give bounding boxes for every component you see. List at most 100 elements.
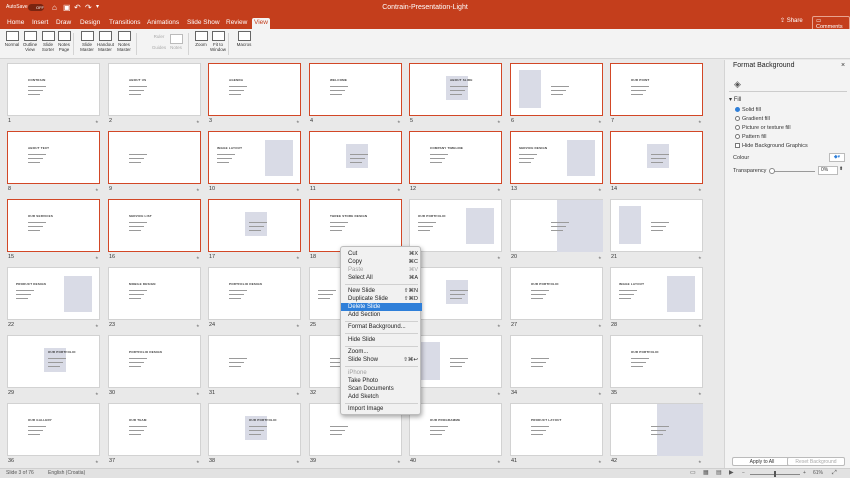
slide-thumbnail[interactable]: SERVICE LIST	[108, 199, 201, 252]
colour-picker[interactable]: ◆▾	[829, 153, 845, 162]
menu-item-new-slide[interactable]: New Slide ⇧⌘N	[341, 287, 422, 295]
fill-section-header[interactable]: ▾ Fill	[729, 96, 741, 103]
slide-thumbnail[interactable]	[610, 131, 703, 184]
transparency-input[interactable]: 0%	[818, 166, 838, 175]
reading-view-icon[interactable]: ▤	[716, 469, 722, 478]
zoom-in-icon[interactable]: +	[803, 469, 806, 478]
tab-view[interactable]: View	[252, 18, 270, 29]
zoom-slider-handle[interactable]	[774, 471, 776, 477]
normal-view-icon[interactable]: ▭	[690, 469, 696, 478]
slide-thumbnail[interactable]	[510, 199, 603, 252]
tab-review[interactable]: Review	[224, 18, 249, 29]
slide-thumbnail[interactable]: SERVICE DESIGN	[510, 131, 603, 184]
slide-thumbnail[interactable]: ABOUT TEXT	[7, 131, 100, 184]
slide-thumbnail[interactable]	[409, 267, 502, 320]
language-indicator[interactable]: English (Croatia)	[48, 469, 85, 478]
slide-thumbnail[interactable]: OUR PROGRAMME	[409, 403, 502, 456]
slide-thumbnail[interactable]: OUR PORTFOLIO	[409, 199, 502, 252]
slide-sorter-icon[interactable]: ▦	[703, 469, 709, 478]
hide-background-graphics-checkbox[interactable]: Hide Background Graphics	[735, 143, 808, 149]
menu-item-take-photo[interactable]: Take Photo	[341, 377, 422, 385]
slide-master-button[interactable]: Slide Master	[79, 31, 95, 52]
tab-draw[interactable]: Draw	[54, 18, 73, 29]
menu-item-hide-slide[interactable]: Hide Slide	[341, 336, 422, 344]
zoom-out-icon[interactable]: −	[742, 469, 745, 478]
slide-thumbnail[interactable]	[610, 403, 703, 456]
slide-thumbnail[interactable]: OUR SERVICES	[7, 199, 100, 252]
notes-master-button[interactable]: Notes Master	[116, 31, 132, 52]
menu-item-format-background[interactable]: Format Background...	[341, 323, 422, 331]
solid-fill-radio[interactable]: Solid fill	[735, 107, 761, 113]
slide-thumbnail[interactable]: THREE STORE DESIGN	[309, 199, 402, 252]
macros-button[interactable]: Macros	[236, 31, 252, 47]
handout-master-button[interactable]: Handout Master	[97, 31, 114, 52]
fit-to-window-button[interactable]: Fit to Window	[210, 31, 226, 52]
slideshow-icon[interactable]: ▶	[729, 469, 734, 478]
reset-background-button[interactable]: Reset Background	[787, 457, 845, 466]
slide-thumbnail[interactable]: COMPANY TIMELINE	[409, 131, 502, 184]
menu-item-cut[interactable]: Cut ⌘X	[341, 250, 422, 258]
slide-thumbnail[interactable]	[510, 335, 603, 388]
menu-item-paste[interactable]: Paste ⌘V	[341, 266, 422, 274]
tab-design[interactable]: Design	[78, 18, 102, 29]
slide-thumbnail[interactable]: OUR PORTFOLIO	[208, 403, 301, 456]
menu-item-delete-slide[interactable]: Delete Slide	[341, 302, 422, 311]
slide-thumbnail[interactable]: ABOUT US	[108, 63, 201, 116]
tab-transitions[interactable]: Transitions	[107, 18, 143, 29]
slide-thumbnail[interactable]: OUR POINT	[610, 63, 703, 116]
slide-thumbnail[interactable]	[208, 199, 301, 252]
slide-thumbnail[interactable]: OUR GALLERY	[7, 403, 100, 456]
slide-thumbnail[interactable]: MOBILE DESIGN	[108, 267, 201, 320]
tab-slide-show[interactable]: Slide Show	[185, 18, 222, 29]
menu-item-add-section[interactable]: Add Section	[341, 311, 422, 319]
zoom-level[interactable]: 61%	[813, 469, 823, 478]
slide-thumbnail[interactable]	[309, 131, 402, 184]
share-button[interactable]: ⇪ Share	[780, 17, 803, 24]
menu-item-copy[interactable]: Copy ⌘C	[341, 258, 422, 266]
tab-home[interactable]: Home	[5, 18, 26, 29]
slide-thumbnail[interactable]: WELCOME	[309, 63, 402, 116]
zoom-button[interactable]: Zoom	[193, 31, 209, 47]
pattern-fill-radio[interactable]: Pattern fill	[735, 134, 766, 140]
menu-item-duplicate-slide[interactable]: Duplicate Slide ⇧⌘D	[341, 295, 422, 303]
outline-view-button[interactable]: Outline View	[22, 31, 38, 52]
slide-thumbnail[interactable]: PORTFOLIO DESIGN	[108, 335, 201, 388]
tab-animations[interactable]: Animations	[145, 18, 181, 29]
slide-thumbnail[interactable]: OUR PORTFOLIO	[7, 335, 100, 388]
picture-fill-radio[interactable]: Picture or texture fill	[735, 125, 791, 131]
slide-thumbnail[interactable]: OUR PORTFOLIO	[610, 335, 703, 388]
gradient-fill-radio[interactable]: Gradient fill	[735, 116, 770, 122]
slide-thumbnail[interactable]	[108, 131, 201, 184]
slide-thumbnail[interactable]	[610, 199, 703, 252]
tab-insert[interactable]: Insert	[30, 18, 50, 29]
stepper-icon[interactable]: ⬍	[839, 166, 843, 172]
slide-thumbnail[interactable]	[208, 335, 301, 388]
slide-thumbnail[interactable]: CONTRAIN	[7, 63, 100, 116]
slide-thumbnail[interactable]: PORTFOLIO DESIGN	[208, 267, 301, 320]
slide-thumbnail[interactable]: AGENDA	[208, 63, 301, 116]
notes-button[interactable]: Notes	[168, 34, 184, 50]
menu-item-zoom[interactable]: Zoom...	[341, 348, 422, 356]
guides-button[interactable]: Guides	[151, 45, 167, 50]
menu-item-add-sketch[interactable]: Add Sketch	[341, 393, 422, 401]
slide-thumbnail[interactable]: IMAGE LAYOUT	[208, 131, 301, 184]
menu-item-slide-show[interactable]: Slide Show ⇧⌘↩	[341, 356, 422, 364]
slide-thumbnail[interactable]	[409, 335, 502, 388]
slide-thumbnail[interactable]: OUR PORTFOLIO	[510, 267, 603, 320]
menu-item-iphone[interactable]: iPhone	[341, 369, 422, 377]
normal-button[interactable]: Normal	[4, 31, 20, 47]
slide-thumbnail[interactable]: IMAGE LAYOUT	[610, 267, 703, 320]
slide-thumbnail[interactable]: ABOUT SLIDE	[409, 63, 502, 116]
slide-sorter-button[interactable]: Slide Sorter	[40, 31, 56, 52]
transparency-slider-handle[interactable]	[769, 168, 775, 174]
menu-item-import-image[interactable]: Import Image	[341, 405, 422, 413]
fit-window-icon[interactable]: ⤢	[832, 469, 837, 478]
paint-bucket-icon[interactable]: ◈	[734, 79, 741, 90]
ruler-button[interactable]: Ruler	[151, 34, 167, 39]
apply-to-all-button[interactable]: Apply to All	[732, 457, 792, 466]
slide-thumbnail[interactable]: OUR TEAM	[108, 403, 201, 456]
notes-page-button[interactable]: Notes Page	[56, 31, 72, 52]
slide-thumbnail[interactable]: PRODUCT LAYOUT	[510, 403, 603, 456]
close-icon[interactable]: ×	[841, 62, 845, 69]
menu-item-scan-documents[interactable]: Scan Documents	[341, 385, 422, 393]
